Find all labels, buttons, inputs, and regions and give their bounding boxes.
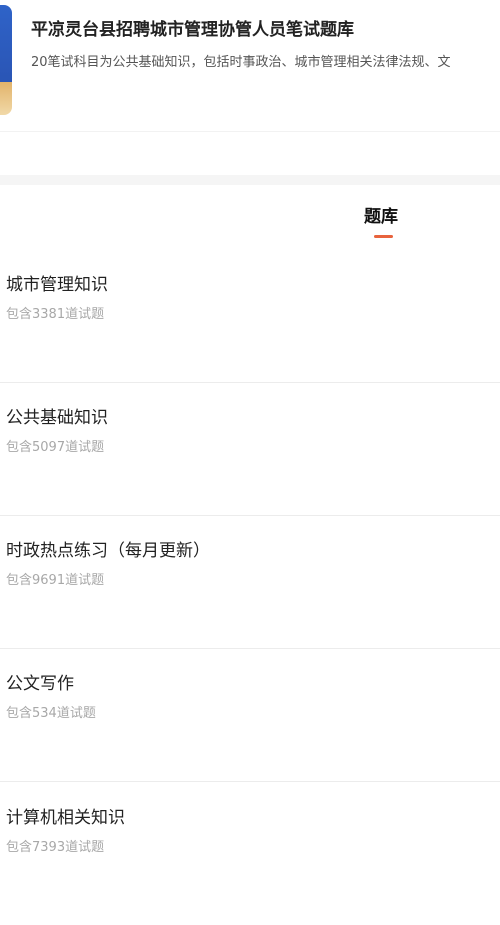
list-item-count: 包含7393道试题 — [6, 840, 105, 855]
list-item[interactable]: 公共基础知识 包含5097道试题 — [0, 383, 500, 516]
book-title: 平凉灵台县招聘城市管理协管人员笔试题库 — [31, 20, 354, 40]
list-item-count: 包含534道试题 — [6, 706, 96, 721]
list-item[interactable]: 时政热点练习（每月更新） 包含9691道试题 — [0, 516, 500, 649]
list-item-title: 公共基础知识 — [6, 408, 108, 428]
list-item-title: 时政热点练习（每月更新） — [6, 541, 210, 561]
divider — [0, 131, 500, 132]
tab-active-indicator — [374, 235, 393, 238]
list-item-title: 城市管理知识 — [6, 275, 108, 295]
list-item[interactable]: 计算机相关知识 包含7393道试题 — [0, 783, 500, 916]
divider — [0, 781, 500, 782]
list-item-count: 包含3381道试题 — [6, 307, 105, 322]
page: 平凉灵台县招聘城市管理协管人员笔试题库 20笔试科目为公共基础知识，包括时事政治… — [0, 0, 500, 925]
section-gap — [0, 175, 500, 185]
book-description: 20笔试科目为公共基础知识，包括时事政治、城市管理相关法律法规、文 — [31, 55, 451, 70]
list-item-title: 公文写作 — [6, 674, 74, 694]
list-item-count: 包含5097道试题 — [6, 440, 105, 455]
list-item-title: 计算机相关知识 — [6, 808, 125, 828]
list-item-count: 包含9691道试题 — [6, 573, 105, 588]
tab-question-bank[interactable]: 题库 — [364, 205, 398, 229]
book-cover-image — [0, 5, 12, 115]
list-item[interactable]: 公文写作 包含534道试题 — [0, 649, 500, 782]
book-header[interactable]: 平凉灵台县招聘城市管理协管人员笔试题库 20笔试科目为公共基础知识，包括时事政治… — [0, 0, 500, 132]
list-item[interactable]: 城市管理知识 包含3381道试题 — [0, 250, 500, 383]
